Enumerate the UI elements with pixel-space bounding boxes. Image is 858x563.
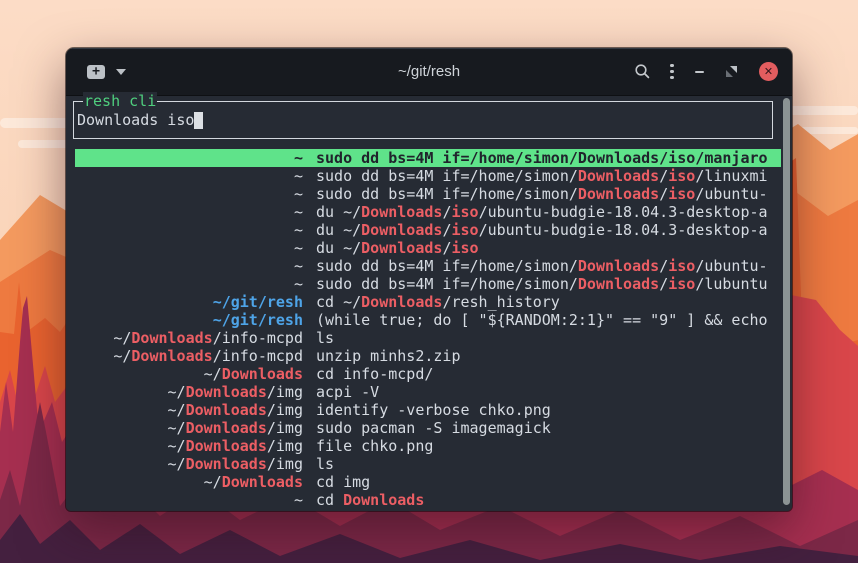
chevron-down-icon — [116, 69, 126, 75]
history-row[interactable]: ~/Downloads/img ls — [75, 455, 781, 473]
row-directory: ~/Downloads/img — [75, 383, 303, 401]
row-directory: ~ — [75, 203, 303, 221]
history-row[interactable]: ~ du ~/Downloads/iso/ubuntu-budgie-18.04.… — [75, 203, 781, 221]
row-directory: ~/git/resh — [75, 293, 303, 311]
terminal-content[interactable]: resh cli Downloads iso ~ sudo dd bs=4M if… — [66, 96, 792, 511]
close-button[interactable]: ✕ — [759, 62, 778, 81]
row-directory: ~/Downloads/img — [75, 419, 303, 437]
history-row[interactable]: ~/Downloads cd info-mcpd/ — [75, 365, 781, 383]
row-directory: ~/Downloads/info-mcpd — [75, 347, 303, 365]
search-query-input[interactable]: Downloads iso — [77, 111, 194, 129]
row-command: sudo dd bs=4M if=/home/simon/Downloads/i… — [316, 167, 768, 185]
minimize-button[interactable] — [695, 71, 704, 73]
row-directory: ~ — [75, 149, 303, 167]
row-command: sudo dd bs=4M if=/home/simon/Downloads/i… — [316, 257, 768, 275]
search-button[interactable] — [634, 63, 651, 80]
text-cursor — [194, 112, 203, 129]
row-directory: ~ — [75, 257, 303, 275]
titlebar[interactable]: + ~/git/resh — [66, 48, 792, 96]
row-directory: ~/Downloads — [75, 365, 303, 383]
row-command: du ~/Downloads/iso/ubuntu-budgie-18.04.3… — [316, 221, 768, 239]
menu-button[interactable] — [665, 64, 679, 80]
history-row[interactable]: ~/Downloads/img acpi -V — [75, 383, 781, 401]
row-directory: ~ — [75, 239, 303, 257]
scrollbar-thumb[interactable] — [783, 98, 790, 505]
resh-box-label: resh cli — [83, 92, 157, 110]
history-row[interactable]: ~ sudo dd bs=4M if=/home/simon/Downloads/… — [75, 167, 781, 185]
row-command: ls — [316, 329, 334, 347]
history-row-selected[interactable]: ~ sudo dd bs=4M if=/home/simon/Downloads/… — [75, 149, 781, 167]
row-command: cd info-mcpd/ — [316, 365, 433, 383]
history-row[interactable]: ~/Downloads/info-mcpd ls — [75, 329, 781, 347]
search-icon — [634, 63, 651, 80]
restore-button[interactable] — [726, 66, 737, 77]
close-icon: ✕ — [764, 65, 773, 78]
row-command: ls — [316, 455, 334, 473]
history-row[interactable]: ~ sudo dd bs=4M if=/home/simon/Downloads/… — [75, 275, 781, 293]
new-tab-button[interactable]: + — [86, 63, 106, 81]
row-directory: ~ — [75, 167, 303, 185]
row-directory: ~/Downloads — [75, 473, 303, 491]
row-command: sudo dd bs=4M if=/home/simon/Downloads/i… — [316, 275, 768, 293]
row-command: unzip minhs2.zip — [316, 347, 461, 365]
row-command: cd Downloads — [316, 491, 424, 509]
history-row[interactable]: ~ sudo dd bs=4M if=/home/simon/Downloads/… — [75, 185, 781, 203]
new-tab-dropdown-button[interactable] — [116, 69, 126, 75]
row-command: sudo pacman -S imagemagick — [316, 419, 551, 437]
history-row[interactable]: ~ sudo dd bs=4M if=/home/simon/Downloads/… — [75, 257, 781, 275]
row-command: cd ~/Downloads/resh_history — [316, 293, 560, 311]
row-directory: ~ — [75, 185, 303, 203]
minimize-icon — [695, 71, 704, 73]
row-command: sudo dd bs=4M if=/home/simon/Downloads/i… — [316, 185, 768, 203]
row-directory: ~/Downloads/info-mcpd — [75, 329, 303, 347]
row-command: file chko.png — [316, 437, 433, 455]
history-row[interactable]: ~ cd Downloads — [75, 491, 781, 509]
history-row[interactable]: ~/Downloads/img identify -verbose chko.pn… — [75, 401, 781, 419]
row-directory: ~/git/resh — [75, 311, 303, 329]
row-command: acpi -V — [316, 383, 379, 401]
row-command: du ~/Downloads/iso/ubuntu-budgie-18.04.3… — [316, 203, 768, 221]
row-directory: ~/Downloads/img — [75, 401, 303, 419]
row-command: du ~/Downloads/iso — [316, 239, 479, 257]
history-list: ~ sudo dd bs=4M if=/home/simon/Downloads/… — [75, 149, 781, 509]
row-directory: ~ — [75, 221, 303, 239]
row-directory: ~/Downloads/img — [75, 455, 303, 473]
history-row[interactable]: ~/git/resh (while true; do [ "${RANDOM:2:… — [75, 311, 781, 329]
scrollbar[interactable] — [780, 97, 792, 509]
row-command: (while true; do [ "${RANDOM:2:1}" == "9"… — [316, 311, 768, 329]
row-directory: ~ — [75, 491, 303, 509]
row-command: identify -verbose chko.png — [316, 401, 551, 419]
history-row[interactable]: ~/git/resh cd ~/Downloads/resh_history — [75, 293, 781, 311]
kebab-menu-icon — [670, 64, 673, 67]
row-command: sudo dd bs=4M if=/home/simon/Downloads/i… — [316, 149, 768, 167]
history-row[interactable]: ~ du ~/Downloads/iso — [75, 239, 781, 257]
restore-icon — [726, 66, 737, 77]
history-row[interactable]: ~/Downloads/info-mcpd unzip minhs2.zip — [75, 347, 781, 365]
history-row[interactable]: ~/Downloads/img sudo pacman -S imagemagic… — [75, 419, 781, 437]
history-row[interactable]: ~ du ~/Downloads/iso/ubuntu-budgie-18.04.… — [75, 221, 781, 239]
history-row[interactable]: ~/Downloads cd img — [75, 473, 781, 491]
new-tab-icon: + — [87, 65, 105, 79]
row-directory: ~ — [75, 275, 303, 293]
terminal-window: + ~/git/resh — [66, 48, 792, 511]
resh-search-box: resh cli Downloads iso — [73, 101, 773, 139]
history-row[interactable]: ~/Downloads/img file chko.png — [75, 437, 781, 455]
row-command: cd img — [316, 473, 370, 491]
row-directory: ~/Downloads/img — [75, 437, 303, 455]
